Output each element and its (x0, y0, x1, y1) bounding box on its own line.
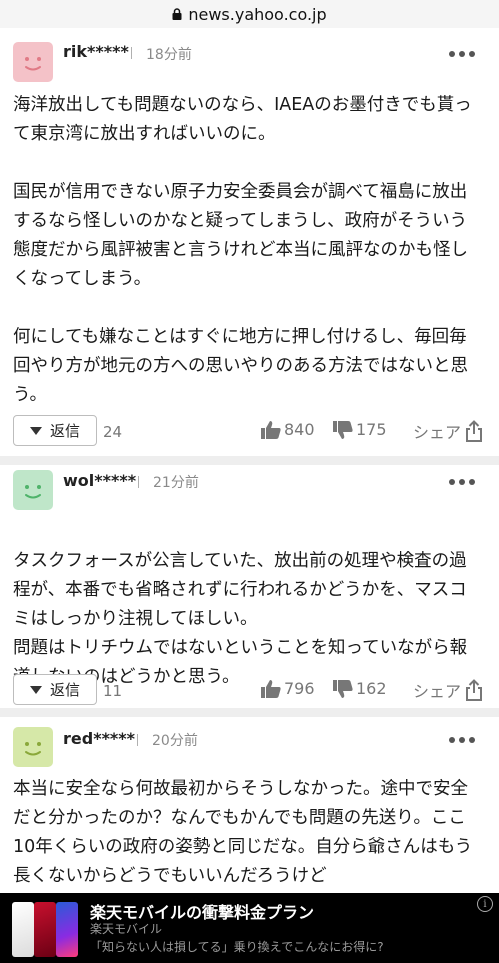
comment-actions: 返信 11 796 162 シェア (0, 674, 499, 706)
reply-label: 返信 (49, 422, 80, 440)
lock-icon (172, 8, 182, 20)
share-button[interactable]: シェア (413, 419, 483, 443)
comment-paragraph: タスクフォースが公言していた、放出前の処理や検査の過程が、本番でも省略されずに行… (13, 551, 468, 687)
username[interactable]: red***** (63, 729, 135, 748)
comment-actions: 返信 24 840 175 シェア (0, 415, 499, 447)
username[interactable]: rik***** (63, 42, 129, 61)
divider (137, 734, 138, 746)
dislike-button[interactable]: 162 (333, 679, 387, 698)
chevron-down-icon (29, 426, 42, 435)
dislike-count: 162 (356, 679, 387, 698)
phone-image (34, 902, 56, 957)
phone-image (12, 902, 34, 957)
share-icon (466, 679, 482, 701)
thumbs-down-icon (333, 679, 353, 698)
address-bar[interactable]: news.yahoo.co.jp (0, 0, 499, 28)
ad-info-icon[interactable]: i (477, 896, 493, 912)
share-button[interactable]: シェア (413, 678, 483, 702)
reply-label: 返信 (49, 681, 80, 699)
comment-paragraph: 本当に安全なら何故最初からそうしなかった。途中で安全だと分かったのか？なんでもか… (13, 779, 473, 886)
share-label: シェア (412, 423, 461, 442)
section-divider (0, 708, 499, 717)
timestamp: 20分前 (152, 733, 198, 749)
comment-body: 海洋放出しても問題ないのなら、IAEAのお墨付きでも貰って東京湾に放出すればいい… (13, 91, 483, 410)
phone-image (56, 902, 78, 957)
ad-description: 「知らない人は損してる」乗り換えでこんなにお得に? (90, 940, 384, 954)
timestamp: 21分前 (153, 475, 199, 491)
thumbs-up-icon (261, 420, 281, 439)
comment-card: rik***** 18分前 海洋放出しても問題ないのなら、IAEAのお墨付きでも… (0, 28, 499, 456)
divider (138, 476, 139, 488)
more-options-icon[interactable] (449, 737, 475, 743)
thumbs-up-icon (261, 679, 281, 698)
url-text: news.yahoo.co.jp (188, 4, 327, 24)
dislike-button[interactable]: 175 (333, 420, 387, 439)
comment-card: red***** 20分前 本当に安全なら何故最初からそうしなかった。途中で安全… (0, 717, 499, 893)
comment-paragraph: 国民が信用できない原子力安全委員会が調べて福島に放出するなら怪しいのかなと疑って… (13, 182, 468, 289)
comment-paragraph: 海洋放出しても問題ないのなら、IAEAのお墨付きでも貰って東京湾に放出すればいい… (13, 95, 472, 144)
divider (131, 47, 132, 59)
section-divider (0, 456, 499, 465)
dislike-count: 175 (356, 420, 387, 439)
like-button[interactable]: 840 (261, 420, 315, 439)
ad-banner[interactable]: 楽天モバイルの衝撃料金プラン 楽天モバイル 「知らない人は損してる」乗り換えでこ… (0, 893, 499, 963)
like-count: 796 (284, 679, 315, 698)
comment-paragraph: 何にしても嫌なことはすぐに地方に押し付けるし、毎回毎回やり方が地元の方への思いや… (13, 327, 468, 405)
reply-count: 24 (103, 423, 123, 441)
avatar[interactable] (13, 727, 53, 767)
more-options-icon[interactable] (449, 479, 475, 485)
reply-button[interactable]: 返信 (13, 415, 97, 446)
reply-count: 11 (103, 682, 123, 700)
reply-button[interactable]: 返信 (13, 674, 97, 705)
share-icon (466, 420, 482, 442)
username[interactable]: wol***** (63, 471, 136, 490)
avatar[interactable] (13, 42, 53, 82)
like-button[interactable]: 796 (261, 679, 315, 698)
timestamp: 18分前 (146, 47, 192, 63)
like-count: 840 (284, 420, 315, 439)
comment-card: wol***** 21分前 タスクフォースが公言していた、放出前の処理や検査の過… (0, 465, 499, 708)
avatar[interactable] (13, 470, 53, 510)
thumbs-down-icon (333, 420, 353, 439)
chevron-down-icon (29, 685, 42, 694)
more-options-icon[interactable] (449, 51, 475, 57)
ad-brand: 楽天モバイル (90, 922, 163, 936)
share-label: シェア (412, 682, 461, 701)
comment-body: 本当に安全なら何故最初からそうしなかった。途中で安全だと分かったのか？なんでもか… (13, 775, 483, 891)
